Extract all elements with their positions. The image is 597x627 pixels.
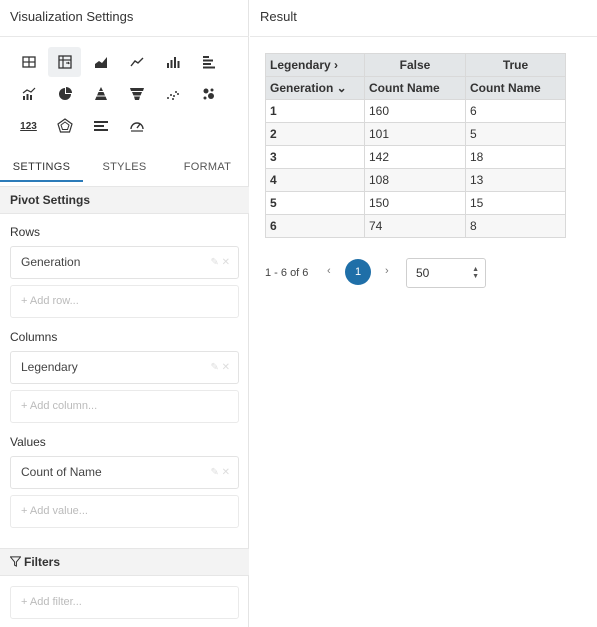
row-key: 3 (265, 145, 365, 169)
table-cell: 5 (465, 122, 566, 146)
add-row-button[interactable]: + Add row... (10, 285, 239, 318)
values-field[interactable]: Count of Name ✎ ✕ (10, 456, 239, 489)
panel-title: Visualization Settings (10, 9, 134, 24)
prev-page-button[interactable]: ‹ (327, 265, 331, 277)
bubble-icon[interactable] (192, 79, 225, 109)
divider (0, 36, 249, 37)
measure-header: Count Name (364, 76, 466, 100)
page-1-button[interactable]: 1 (345, 259, 371, 285)
combo-chart-icon[interactable] (12, 79, 45, 109)
table-row: 3 142 18 (265, 145, 566, 169)
values-field-value: Count of Name (21, 465, 102, 479)
page-size-value: 50 (416, 266, 430, 280)
pivot-settings-header: Pivot Settings (0, 186, 249, 214)
table-cell: 6 (465, 99, 566, 123)
columns-field-value: Legendary (21, 360, 78, 374)
columns-label: Columns (10, 330, 58, 344)
record-count: 1 - 6 of 6 (265, 267, 309, 279)
horizontal-bar-icon[interactable] (192, 47, 225, 77)
table-row: 4 108 13 (265, 168, 566, 192)
gauge-icon[interactable] (120, 111, 153, 141)
settings-tabs: SETTINGS STYLES FORMAT (0, 154, 249, 182)
row-field-header[interactable]: Generation ⌄ (265, 76, 365, 100)
rows-field-value: Generation (21, 255, 81, 269)
filters-title: Filters (24, 555, 61, 569)
pie-chart-icon[interactable] (48, 79, 81, 109)
result-panel: Result Legendary › False True Generation… (250, 0, 597, 627)
row-key: 1 (265, 99, 365, 123)
table-row: 6 74 8 (265, 214, 566, 238)
row-key: 5 (265, 191, 365, 215)
edit-icon[interactable]: ✎ ✕ (210, 352, 230, 383)
tab-format[interactable]: FORMAT (166, 154, 249, 182)
result-title: Result (260, 9, 297, 24)
table-cell: 142 (364, 145, 466, 169)
column-value-header: False (364, 53, 466, 77)
select-arrows-icon: ▲ ▼ (472, 266, 479, 280)
add-value-button[interactable]: + Add value... (10, 495, 239, 528)
tab-styles[interactable]: STYLES (83, 154, 166, 182)
row-key: 4 (265, 168, 365, 192)
table-cell: 101 (364, 122, 466, 146)
pivot-table: Legendary › False True Generation ⌄ Coun… (265, 53, 566, 238)
table-cell: 74 (364, 214, 466, 238)
row-key: 6 (265, 214, 365, 238)
bullet-icon[interactable] (84, 111, 117, 141)
measure-header: Count Name (465, 76, 566, 100)
row-key: 2 (265, 122, 365, 146)
rows-field[interactable]: Generation ✎ ✕ (10, 246, 239, 279)
scatter-icon[interactable] (156, 79, 189, 109)
tab-settings[interactable]: SETTINGS (0, 154, 83, 182)
funnel-icon[interactable] (120, 79, 153, 109)
number-icon[interactable]: 123 (12, 111, 45, 141)
line-chart-icon[interactable] (120, 47, 153, 77)
area-chart-icon[interactable] (84, 47, 117, 77)
radar-icon[interactable] (48, 111, 81, 141)
table-row: 5 150 15 (265, 191, 566, 215)
table-cell: 18 (465, 145, 566, 169)
values-label: Values (10, 435, 46, 449)
column-field-header[interactable]: Legendary › (265, 53, 365, 77)
columns-field[interactable]: Legendary ✎ ✕ (10, 351, 239, 384)
filter-icon (9, 556, 22, 567)
bar-chart-icon[interactable] (156, 47, 189, 77)
edit-icon[interactable]: ✎ ✕ (210, 457, 230, 488)
divider (250, 36, 597, 37)
filters-header: Filters (0, 548, 249, 576)
table-cell: 13 (465, 168, 566, 192)
table-cell: 8 (465, 214, 566, 238)
table-cell: 150 (364, 191, 466, 215)
table-cell: 160 (364, 99, 466, 123)
table-row: 1 160 6 (265, 99, 566, 123)
edit-icon[interactable]: ✎ ✕ (210, 247, 230, 278)
table-cell: 15 (465, 191, 566, 215)
visualization-settings-panel: Visualization Settings 123 SETTINGS STYL… (0, 0, 249, 627)
pagination: 1 - 6 of 6 ‹ 1 › 50 ▲ ▼ (265, 258, 595, 288)
next-page-button[interactable]: › (385, 265, 389, 277)
number-icon-label: 123 (20, 120, 37, 132)
pivot-table-icon[interactable] (48, 47, 81, 77)
rows-label: Rows (10, 225, 41, 239)
table-icon[interactable] (12, 47, 45, 77)
add-column-button[interactable]: + Add column... (10, 390, 239, 423)
pyramid-icon[interactable] (84, 79, 117, 109)
column-value-header: True (465, 53, 566, 77)
table-cell: 108 (364, 168, 466, 192)
table-row: 2 101 5 (265, 122, 566, 146)
page-size-select[interactable]: 50 ▲ ▼ (406, 258, 486, 288)
add-filter-button[interactable]: + Add filter... (10, 586, 239, 619)
